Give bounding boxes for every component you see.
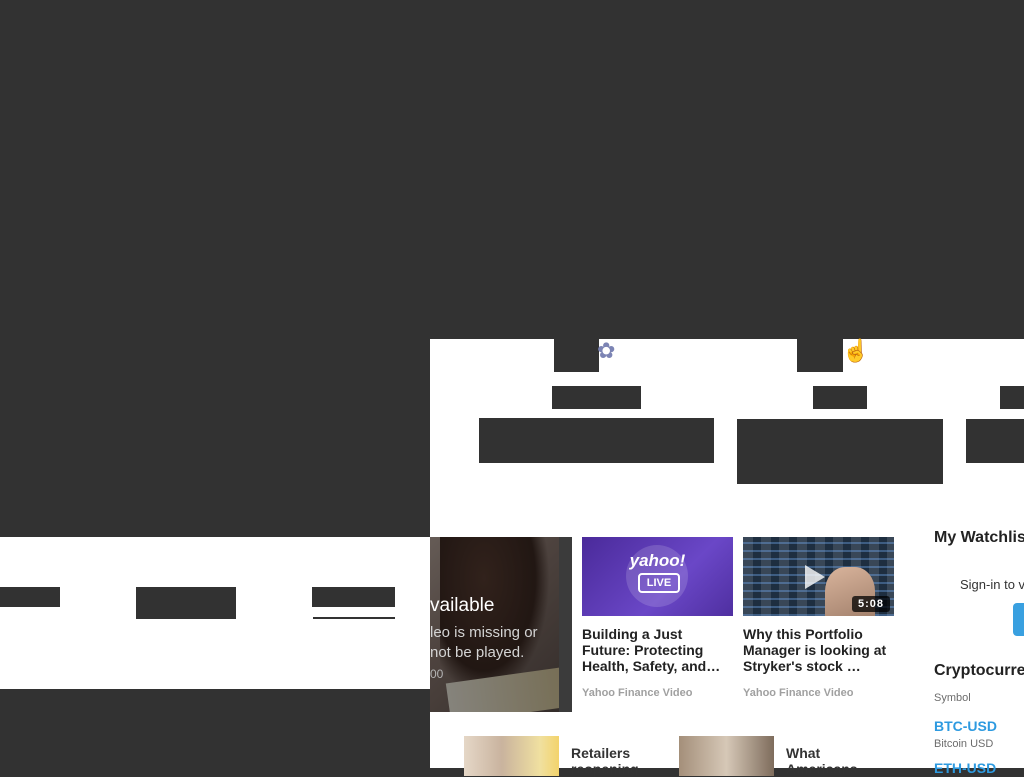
video-source-1: Yahoo Finance Video	[582, 687, 693, 699]
hand-icon: ☝	[842, 338, 870, 363]
video-error-message: leo is missing or not be played.	[430, 623, 538, 663]
feature-text-2	[737, 419, 943, 484]
watchlist-title: My Watchlis	[934, 529, 1024, 546]
yahoo-logo-text: yahoo!	[629, 551, 686, 570]
tab-2[interactable]	[136, 587, 236, 619]
symbol-column-header: Symbol	[934, 692, 971, 704]
video-title-1[interactable]: Building a Just Future: Protecting Healt…	[582, 626, 734, 674]
live-badge: LIVE	[638, 573, 680, 593]
tab-1[interactable]	[0, 587, 60, 607]
video-player-edge	[559, 537, 572, 712]
crypto-name-btc: Bitcoin USD	[934, 738, 994, 750]
video-source-2: Yahoo Finance Video	[743, 687, 854, 699]
video-error-code: 00	[430, 667, 444, 681]
feature-label-3	[1000, 386, 1024, 409]
video-duration: 5:08	[851, 596, 890, 612]
video-error-line1: leo is missing or	[430, 624, 538, 641]
crypto-symbol-eth[interactable]: ETH-USD	[934, 760, 996, 776]
video-thumbnail-2[interactable]: 5:08	[743, 537, 894, 616]
ribbon-icon: ✿	[597, 338, 616, 363]
video-error-title: vailable	[430, 595, 495, 616]
feature-label-2	[813, 386, 867, 409]
watchlist-signin-text: Sign-in to v	[960, 577, 1024, 592]
feature-text-1	[479, 418, 714, 463]
story-title-1[interactable]: Retailers reopening	[571, 745, 651, 777]
feature-text-3	[966, 419, 1024, 463]
play-icon[interactable]	[805, 565, 825, 589]
story-thumbnail-1[interactable]	[464, 736, 559, 776]
video-thumbnail-1[interactable]: yahoo! LIVE	[582, 537, 733, 616]
crypto-symbol-btc[interactable]: BTC-USD	[934, 718, 997, 734]
feature-label-1	[552, 386, 641, 409]
feature-icon-box-1	[554, 339, 599, 372]
tab-3[interactable]	[312, 587, 395, 607]
video-error-line2: not be played.	[430, 644, 525, 661]
video-player[interactable]: vailable leo is missing or not be played…	[430, 537, 572, 712]
signin-button[interactable]	[1013, 603, 1024, 636]
story-thumbnail-2[interactable]	[679, 736, 774, 776]
video-title-2[interactable]: Why this Portfolio Manager is looking at…	[743, 626, 895, 674]
active-tab-underline	[313, 617, 395, 619]
crypto-title: Cryptocurre	[934, 662, 1024, 679]
story-title-2[interactable]: What Americans	[786, 745, 866, 777]
feature-icon-box-2	[797, 339, 843, 372]
